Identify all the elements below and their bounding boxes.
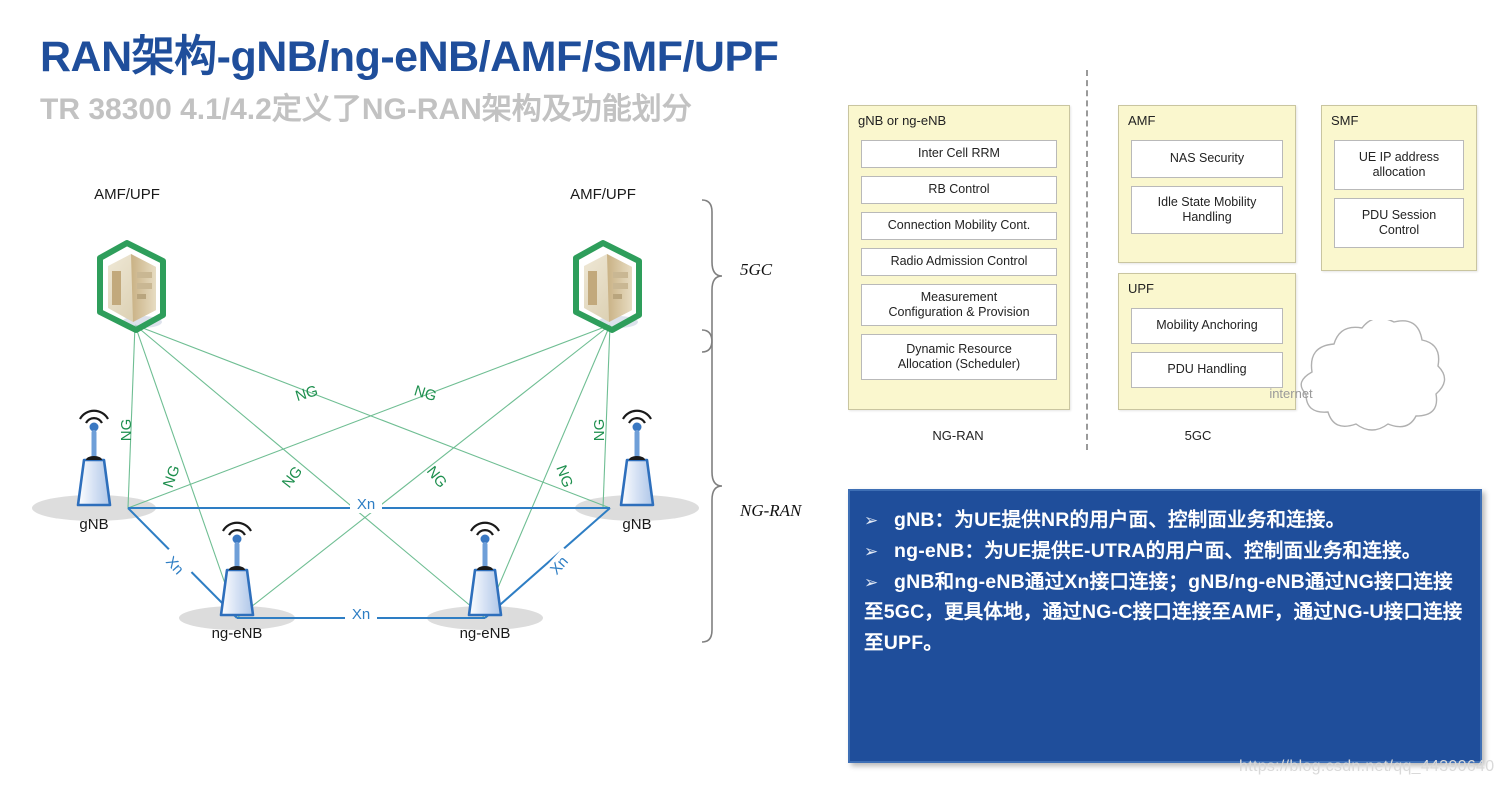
xn-links	[127, 507, 611, 619]
function-dynamic-resource-alloc[interactable]: Dynamic Resource Allocation (Scheduler)	[861, 334, 1057, 380]
core-server-icon-right	[573, 240, 642, 333]
base-station-icon-gnb-right	[619, 409, 655, 507]
note-item-gnb: ➢ gNB：为UE提供NR的用户面、控制面业务和连接。	[864, 505, 1464, 536]
group-title-amf: AMF	[1128, 113, 1156, 128]
function-pdu-session-control[interactable]: PDU Session Control	[1334, 198, 1464, 248]
ran-core-divider	[1086, 70, 1088, 450]
ng-label: NG	[293, 382, 319, 405]
node-label-gnb-left: gNB	[79, 516, 109, 533]
bullet-arrow-icon: ➢	[864, 511, 879, 530]
page-subtitle: TR 38300 4.1/4.2定义了NG-RAN架构及功能划分	[40, 93, 692, 126]
summary-note-box: ➢ gNB：为UE提供NR的用户面、控制面业务和连接。 ➢ ng-eNB：为UE提供…	[848, 489, 1482, 763]
note-item-ngenb-text: ng-eNB：为UE提供E-UTRA的用户面、控制面业务和连接。	[894, 539, 1422, 562]
function-ue-ip-address-allocation[interactable]: UE IP address allocation	[1334, 140, 1464, 190]
function-idle-state-mobility[interactable]: Idle State Mobility Handling	[1131, 186, 1283, 234]
internet-cloud-label: internet	[1269, 386, 1313, 401]
ng-links	[127, 324, 611, 619]
function-nas-security[interactable]: NAS Security	[1131, 140, 1283, 178]
brace-5gc	[701, 199, 723, 353]
function-pdu-handling[interactable]: PDU Handling	[1131, 352, 1283, 388]
ng-label: NG	[591, 419, 608, 442]
brace-label-5gc: 5GC	[740, 260, 773, 279]
ng-label: NG	[552, 463, 576, 490]
brace-ng-ran	[701, 329, 723, 643]
function-rb-control[interactable]: RB Control	[861, 176, 1057, 204]
xn-label: Xn	[352, 606, 370, 623]
note-item-gnb-text: gNB：为UE提供NR的用户面、控制面业务和连接。	[894, 509, 1346, 531]
base-station-icon-gnb-left	[76, 409, 112, 507]
function-measurement-config[interactable]: Measurement Configuration & Provision	[861, 284, 1057, 326]
page-title: RAN架构-gNB/ng-eNB/AMF/SMF/UPF	[40, 33, 779, 81]
group-title-gnb-or-ngenb: gNB or ng-eNB	[858, 113, 947, 128]
node-label-amf-upf-left: AMF/UPF	[94, 186, 160, 203]
group-title-upf: UPF	[1128, 281, 1154, 296]
scope-braces	[701, 199, 723, 643]
node-label-gnb-right: gNB	[622, 516, 652, 533]
node-label-ngenb-right: ng-eNB	[459, 625, 511, 642]
note-item-ngenb: ➢ ng-eNB：为UE提供E-UTRA的用户面、控制面业务和连接。	[864, 536, 1464, 567]
function-radio-admission-control[interactable]: Radio Admission Control	[861, 248, 1057, 276]
group-box-amf: AMF NAS Security Idle State Mobility Han…	[1118, 105, 1296, 263]
group-box-gnb-or-ngenb: gNB or ng-eNB Inter Cell RRM RB Control …	[848, 105, 1070, 410]
note-item-interfaces-text: gNB和ng-eNB通过Xn接口连接；gNB/ng-eNB通过NG接口连接至5G…	[864, 570, 1463, 655]
internet-cloud-icon	[1300, 320, 1446, 431]
bullet-arrow-icon: ➢	[864, 572, 879, 592]
note-item-interfaces: ➢ gNB和ng-eNB通过Xn接口连接；gNB/ng-eNB通过NG接口连接至5…	[864, 567, 1464, 659]
node-label-amf-upf-right: AMF/UPF	[570, 186, 636, 203]
function-inter-cell-rrm[interactable]: Inter Cell RRM	[861, 140, 1057, 168]
base-station-icon-ngenb-left	[219, 521, 255, 617]
function-connection-mobility-cont[interactable]: Connection Mobility Cont.	[861, 212, 1057, 240]
network-topology-diagram: NG NG NG NG NG NG NG NG Xn Xn Xn Xn AMF/…	[0, 130, 840, 690]
ng-label: NG	[160, 463, 184, 490]
xn-label: Xn	[357, 496, 375, 513]
brace-label-ng-ran: NG-RAN	[740, 501, 802, 520]
panel-caption-5gc: 5GC	[1184, 428, 1212, 443]
source-watermark: https://blog.csdn.net/qq_44390640	[1239, 758, 1495, 775]
group-box-smf: SMF UE IP address allocation PDU Session…	[1321, 105, 1477, 271]
panel-caption-ng-ran: NG-RAN	[932, 428, 984, 443]
functional-split-panel: gNB or ng-eNB Inter Cell RRM RB Control …	[840, 70, 1501, 465]
topology-canvas: NG NG NG NG NG NG NG NG Xn Xn Xn Xn	[32, 199, 723, 643]
function-mobility-anchoring[interactable]: Mobility Anchoring	[1131, 308, 1283, 344]
ng-label: NG	[279, 463, 306, 491]
node-label-ngenb-left: ng-eNB	[211, 625, 263, 642]
bullet-arrow-icon: ➢	[864, 541, 879, 561]
ng-label: NG	[412, 382, 438, 405]
ng-link-labels: NG NG NG NG NG NG NG NG	[118, 382, 608, 491]
core-server-icon-left	[97, 240, 166, 333]
group-title-smf: SMF	[1331, 113, 1359, 128]
ng-label: NG	[423, 463, 450, 491]
ng-label: NG	[118, 419, 135, 442]
xn-link-labels: Xn Xn Xn Xn	[157, 495, 577, 623]
base-station-icon-ngenb-right	[467, 521, 503, 617]
